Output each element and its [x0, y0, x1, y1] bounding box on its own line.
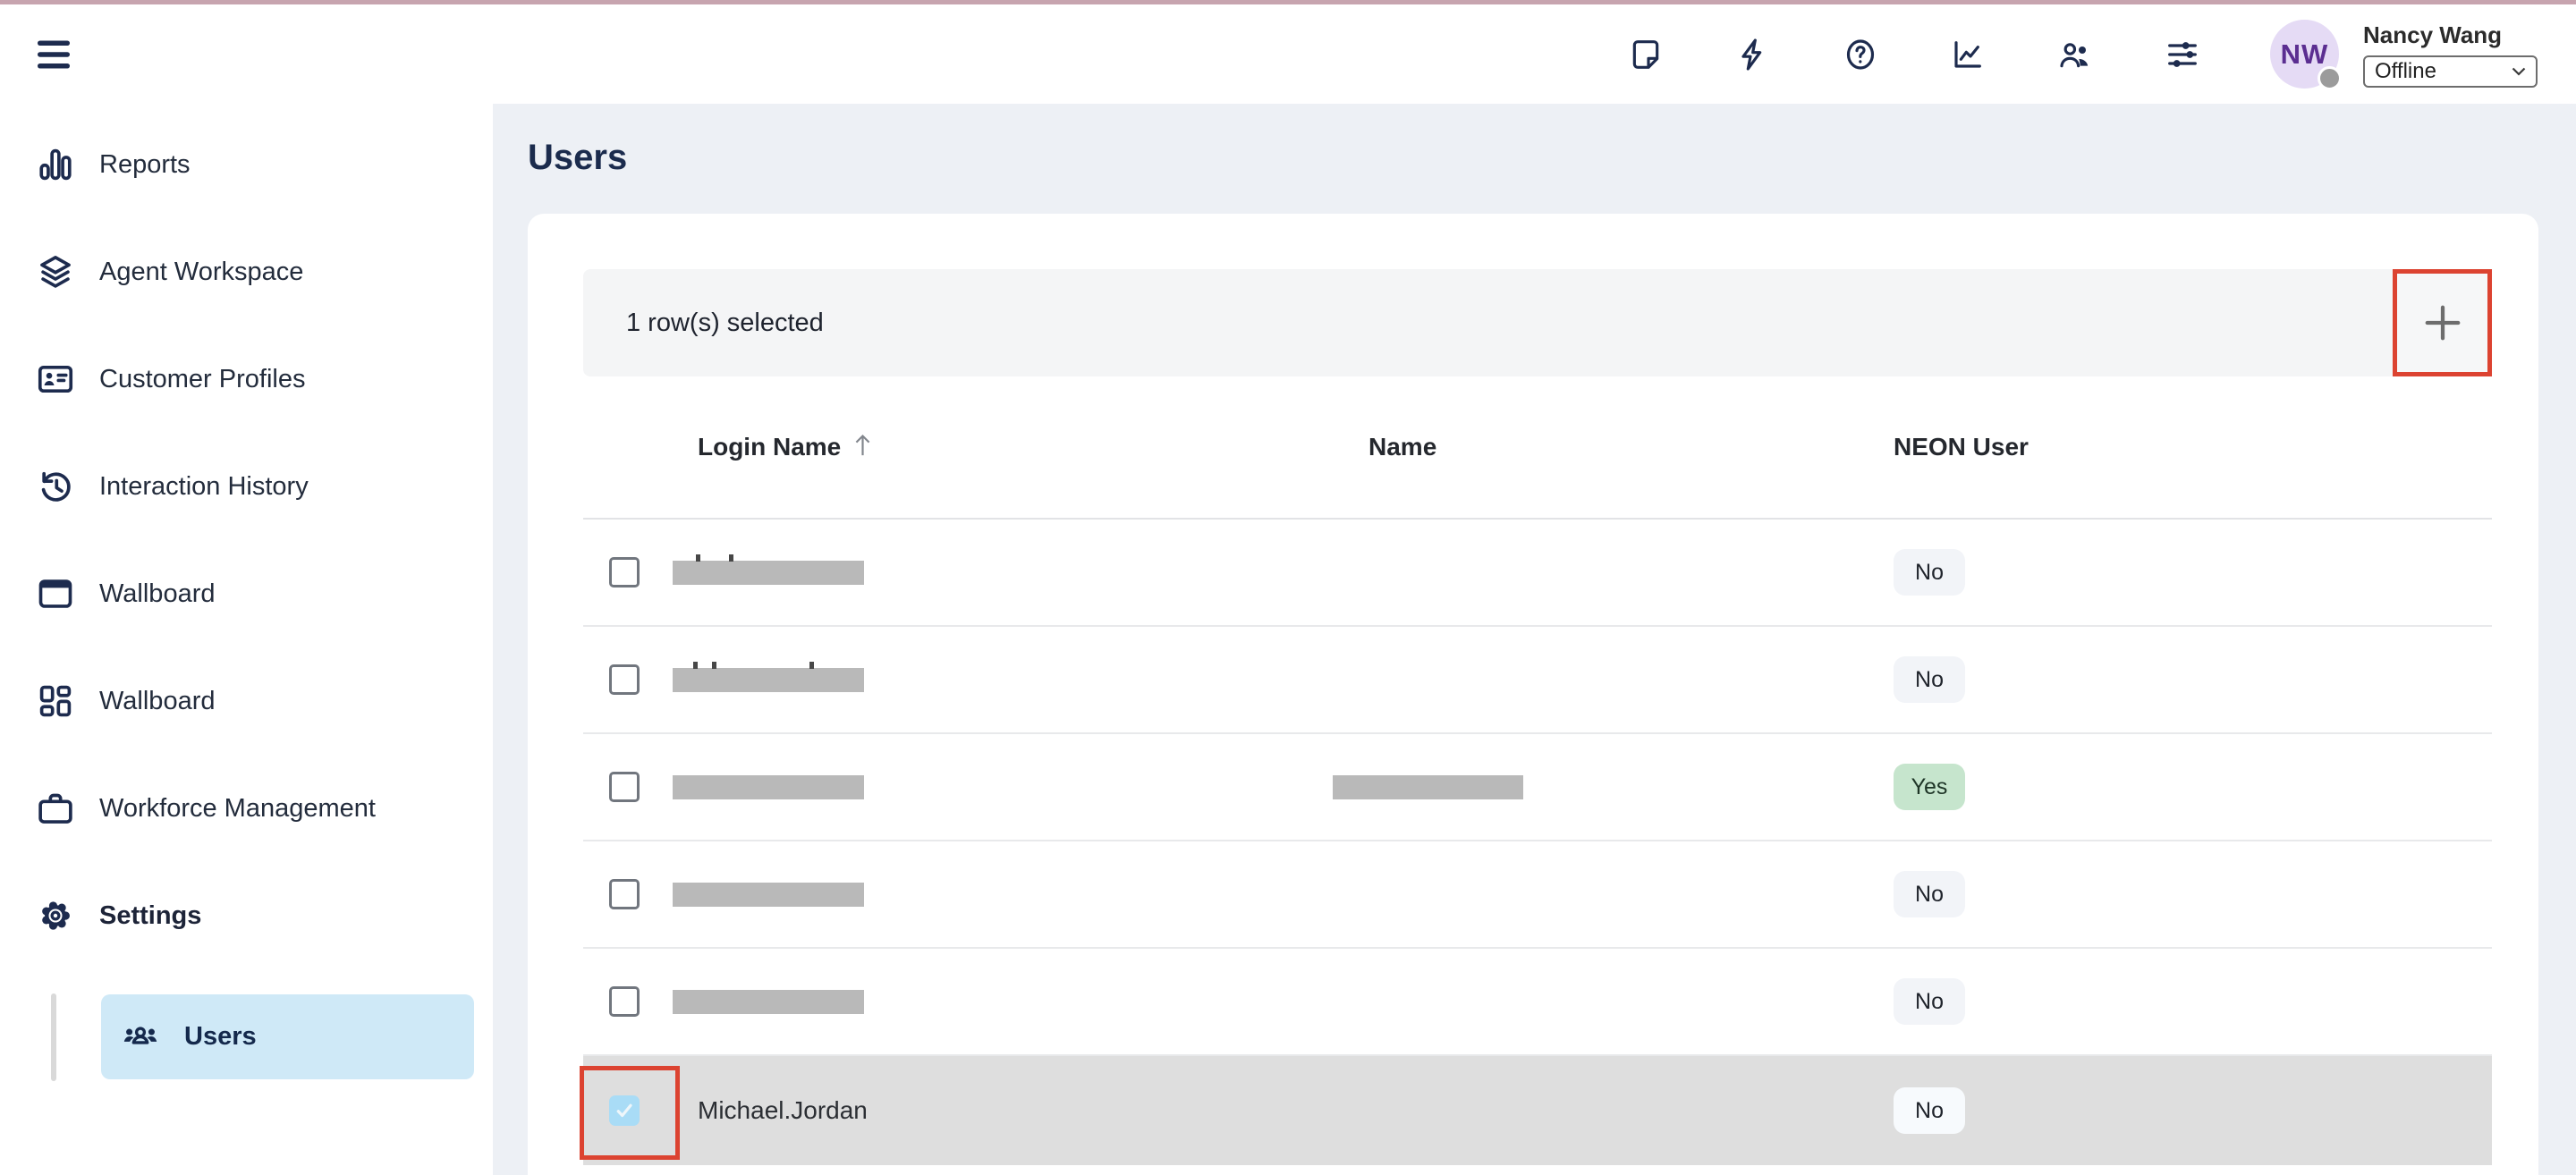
hamburger-menu-button[interactable] — [37, 39, 71, 70]
neon-user-badge: Yes — [1894, 764, 1965, 810]
selection-toolbar: 1 row(s) selected — [583, 269, 2492, 376]
check-icon — [611, 1097, 638, 1124]
app-window: NW Nancy Wang Offline — [0, 0, 2576, 1175]
table-row[interactable]: No — [583, 520, 2492, 627]
table-header-row: Login Name Name NEON User — [583, 376, 2492, 520]
redaction-artifact — [693, 662, 698, 669]
table-toolbar: 1 row(s) selected — [583, 269, 2492, 376]
redacted-login-name — [673, 668, 864, 692]
sidebar: Reports Agent Workspace — [0, 104, 493, 1175]
sidebar-item-label: Users — [184, 1022, 257, 1052]
user-group-icon — [122, 1019, 159, 1056]
submenu-indent-line — [51, 993, 56, 1081]
sidebar-item-label: Reports — [99, 150, 191, 180]
status-select[interactable]: Offline — [2363, 55, 2538, 88]
add-user-button[interactable] — [2393, 269, 2492, 376]
flash-icon[interactable] — [1735, 37, 1771, 72]
dashboard-grid-icon — [36, 681, 75, 721]
help-icon[interactable] — [1843, 37, 1878, 72]
sidebar-item-label: Customer Profiles — [99, 365, 305, 394]
topbar-icon-group — [1628, 37, 2200, 72]
redaction-artifact — [809, 662, 814, 669]
users-table: Login Name Name NEON User — [583, 376, 2492, 1165]
column-header-neon-user[interactable]: NEON User — [1894, 433, 2492, 461]
main-content: Users 1 row(s) selected Login Name — [493, 104, 2576, 1175]
chevron-down-icon — [2512, 67, 2526, 76]
topbar: NW Nancy Wang Offline — [0, 4, 2576, 104]
briefcase-icon — [36, 789, 75, 828]
sort-ascending-icon — [853, 433, 872, 457]
table-row[interactable]: No — [583, 949, 2492, 1056]
gear-icon — [36, 896, 75, 935]
page-title: Users — [528, 138, 2538, 177]
selection-count-text: 1 row(s) selected — [626, 309, 824, 338]
neon-user-badge: No — [1894, 871, 1965, 917]
avatar[interactable]: NW — [2270, 20, 2339, 89]
settings-submenu: Users — [0, 994, 493, 1079]
row-checkbox[interactable] — [609, 664, 640, 695]
user-info: Nancy Wang Offline — [2363, 21, 2538, 88]
row-checkbox[interactable] — [609, 772, 640, 802]
sidebar-item-wallboard-2[interactable]: Wallboard — [0, 647, 493, 755]
sidebar-item-label: Agent Workspace — [99, 258, 303, 287]
plus-icon — [2422, 302, 2463, 343]
redacted-login-name — [673, 990, 864, 1014]
neon-user-badge: No — [1894, 1087, 1965, 1134]
sidebar-item-workforce-management[interactable]: Workforce Management — [0, 755, 493, 862]
sidebar-item-label: Wallboard — [99, 579, 215, 609]
analytics-icon[interactable] — [1950, 37, 1986, 72]
neon-user-badge: No — [1894, 549, 1965, 596]
redaction-artifact — [712, 662, 716, 669]
row-checkbox[interactable] — [609, 557, 640, 588]
sidebar-item-customer-profiles[interactable]: Customer Profiles — [0, 325, 493, 433]
notes-icon[interactable] — [1628, 37, 1664, 72]
sidebar-item-reports[interactable]: Reports — [0, 111, 493, 218]
sidebar-item-label: Settings — [99, 901, 201, 931]
login-name-cell: Michael.Jordan — [673, 1096, 868, 1124]
history-icon — [36, 467, 75, 506]
column-header-login-name[interactable]: Login Name — [673, 433, 1333, 461]
users-card: 1 row(s) selected Login Name — [528, 214, 2538, 1175]
status-value: Offline — [2375, 59, 2436, 84]
redacted-login-name — [673, 883, 864, 907]
topbar-right-cluster: NW Nancy Wang Offline — [1628, 4, 2538, 104]
presence-dot — [2318, 66, 2342, 90]
column-header-name[interactable]: Name — [1333, 433, 1894, 461]
hamburger-icon — [37, 39, 71, 70]
redaction-artifact — [696, 554, 700, 562]
sidebar-item-settings[interactable]: Settings — [0, 862, 493, 969]
browser-window-icon — [36, 574, 75, 613]
table-row-selected[interactable]: Michael.Jordan No — [583, 1056, 2492, 1165]
contact-card-icon — [36, 359, 75, 399]
neon-user-badge: No — [1894, 656, 1965, 703]
table-row[interactable]: No — [583, 627, 2492, 734]
redacted-login-name — [673, 775, 864, 799]
tune-icon[interactable] — [2165, 37, 2200, 72]
row-checkbox[interactable] — [609, 986, 640, 1017]
table-row[interactable]: Yes — [583, 734, 2492, 841]
redacted-login-name — [673, 561, 864, 585]
table-row[interactable]: No — [583, 841, 2492, 949]
bar-chart-icon — [36, 145, 75, 184]
row-checkbox[interactable] — [609, 879, 640, 909]
sidebar-item-interaction-history[interactable]: Interaction History — [0, 433, 493, 540]
sidebar-item-wallboard-1[interactable]: Wallboard — [0, 540, 493, 647]
user-name: Nancy Wang — [2363, 21, 2538, 49]
sidebar-item-label: Interaction History — [99, 472, 309, 502]
redaction-artifact — [729, 554, 733, 562]
neon-user-badge: No — [1894, 978, 1965, 1025]
people-icon[interactable] — [2057, 37, 2093, 72]
sidebar-item-users[interactable]: Users — [101, 994, 474, 1079]
sidebar-item-agent-workspace[interactable]: Agent Workspace — [0, 218, 493, 325]
selected-row-checkbox[interactable] — [609, 1095, 640, 1126]
redacted-name — [1333, 775, 1523, 799]
sidebar-item-label: Workforce Management — [99, 794, 376, 824]
sidebar-item-label: Wallboard — [99, 687, 215, 716]
layers-icon — [36, 252, 75, 292]
